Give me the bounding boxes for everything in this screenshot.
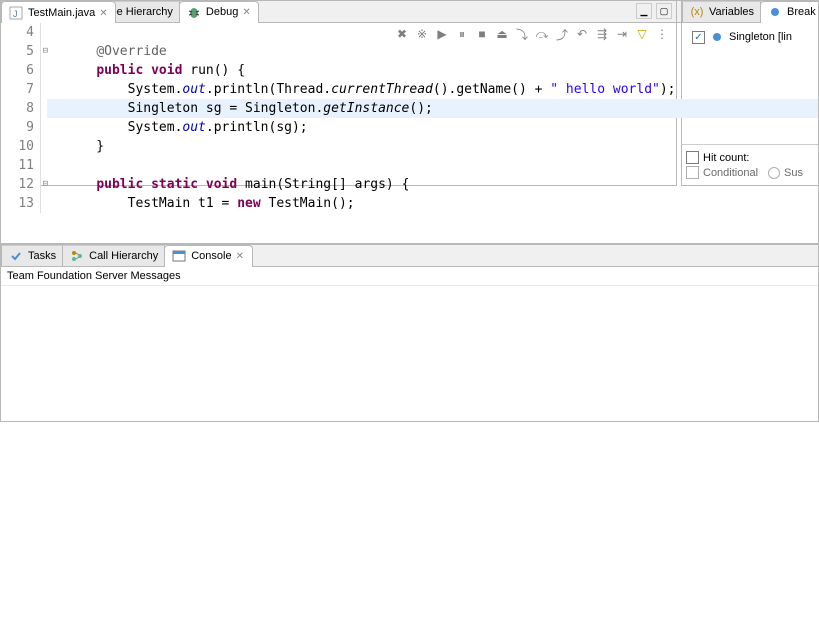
code-editor[interactable]: 45⊟6789101112⊟13 @Override public void r…	[1, 23, 818, 243]
tab-variables[interactable]: (x) Variables	[682, 1, 761, 22]
tab-label: Console	[191, 250, 231, 262]
console-message: Team Foundation Server Messages	[1, 267, 818, 286]
tab-console[interactable]: Console ✕	[164, 245, 252, 267]
tab-label: Call Hierarchy	[89, 250, 158, 262]
vars-tabs: (x) Variables Break	[682, 1, 818, 23]
close-icon[interactable]: ✕	[99, 8, 109, 18]
breakpoints-icon	[767, 4, 783, 20]
tab-tasks[interactable]: Tasks	[1, 245, 63, 266]
code-area[interactable]: @Override public void run() { System.out…	[47, 23, 818, 213]
console-tabs: Tasks Call Hierarchy Console ✕	[1, 245, 818, 267]
line-gutter[interactable]: 45⊟6789101112⊟13	[1, 23, 41, 213]
bug-icon	[186, 4, 202, 20]
console-view: Tasks Call Hierarchy Console ✕ Team Foun…	[0, 244, 819, 422]
tab-label: Break	[787, 6, 816, 18]
tab-call-hierarchy[interactable]: Call Hierarchy	[62, 245, 165, 266]
console-icon	[171, 248, 187, 264]
console-body[interactable]	[1, 286, 818, 420]
tab-debug[interactable]: Debug ✕	[179, 1, 259, 23]
java-file-icon: J	[8, 5, 24, 21]
tab-label: Variables	[709, 6, 754, 18]
svg-text:J: J	[13, 9, 18, 19]
tasks-icon	[8, 248, 24, 264]
tab-label: Tasks	[28, 250, 56, 262]
call-hierarchy-icon	[69, 248, 85, 264]
minimize-button[interactable]: ▁	[636, 3, 652, 19]
tab-testmain[interactable]: J TestMain.java ✕	[1, 1, 116, 23]
tab-label: Debug	[206, 6, 238, 18]
editor-view: J TestMain.java ✕ J Singleton.java 101 T…	[0, 0, 819, 244]
maximize-button[interactable]: ▢	[656, 3, 672, 19]
close-icon[interactable]: ✕	[242, 7, 252, 17]
tab-label: TestMain.java	[28, 7, 95, 19]
variables-icon: (x)	[689, 4, 705, 20]
tab-breakpoints[interactable]: Break	[760, 1, 819, 23]
close-icon[interactable]: ✕	[236, 251, 246, 261]
view-controls: ▁ ▢	[636, 3, 672, 19]
